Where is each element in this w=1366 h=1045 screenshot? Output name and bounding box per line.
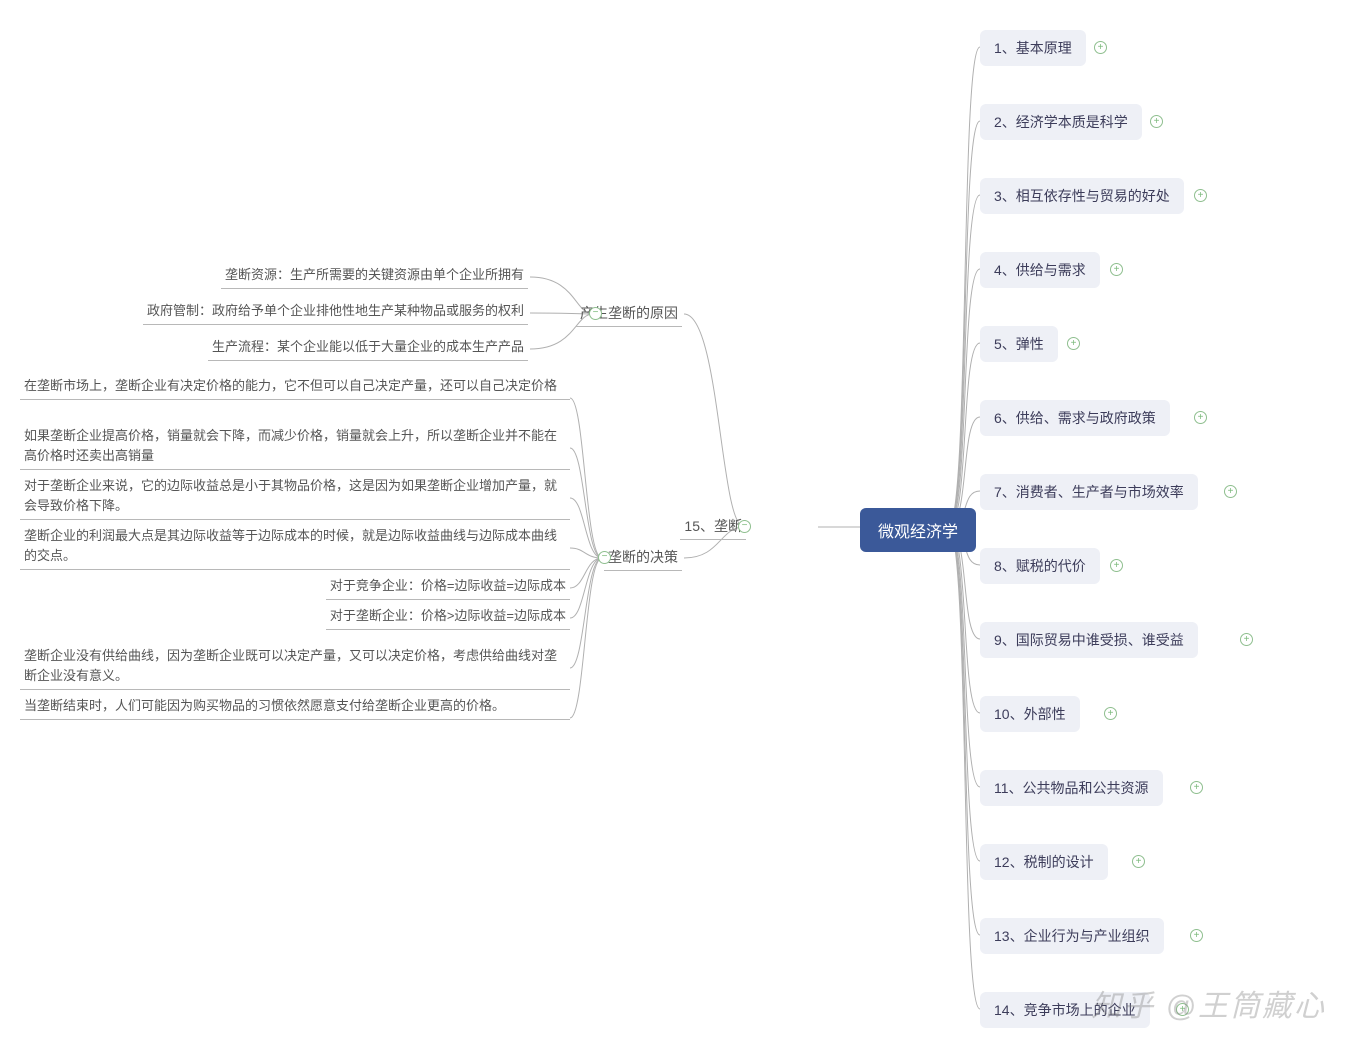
decision-leaf-3[interactable]: 垄断企业的利润最大点是其边际收益等于边际成本的时候，就是边际收益曲线与边际成本曲… <box>20 526 570 570</box>
cause-leaf-0[interactable]: 垄断资源：生产所需要的关键资源由单个企业所拥有 <box>221 265 528 289</box>
root-node[interactable]: 微观经济学 <box>860 508 976 552</box>
branch-15-monopoly[interactable]: 15、垄断 <box>680 516 746 540</box>
decision-leaf-5[interactable]: 对于垄断企业：价格>边际收益=边际成本 <box>326 606 570 630</box>
decision-leaf-0[interactable]: 在垄断市场上，垄断企业有决定价格的能力，它不但可以自己决定产量，还可以自己决定价… <box>20 376 570 400</box>
branch-11-expander[interactable]: + <box>1190 781 1203 794</box>
branch-9-expander[interactable]: + <box>1240 633 1253 646</box>
decision-leaf-7-text: 当垄断结束时，人们可能因为购买物品的习惯依然愿意支付给垄断企业更高的价格。 <box>24 698 505 713</box>
branch-5-expander[interactable]: + <box>1067 337 1080 350</box>
sub-decision-collapser[interactable]: − <box>598 551 611 564</box>
decision-leaf-4[interactable]: 对于竞争企业：价格=边际收益=边际成本 <box>326 576 570 600</box>
branch-3[interactable]: 3、相互依存性与贸易的好处 <box>980 178 1184 214</box>
branch-6-expander[interactable]: + <box>1194 411 1207 424</box>
branch-12[interactable]: 12、税制的设计 <box>980 844 1108 880</box>
decision-leaf-2-text: 对于垄断企业来说，它的边际收益总是小于其物品价格，这是因为如果垄断企业增加产量，… <box>24 478 557 513</box>
branch-11[interactable]: 11、公共物品和公共资源 <box>980 770 1163 806</box>
branch-15-collapser[interactable]: − <box>738 520 751 533</box>
branch-3-label: 3、相互依存性与贸易的好处 <box>994 188 1170 204</box>
branch-8-label: 8、赋税的代价 <box>994 558 1086 574</box>
branch-7[interactable]: 7、消费者、生产者与市场效率 <box>980 474 1198 510</box>
branch-7-label: 7、消费者、生产者与市场效率 <box>994 484 1184 500</box>
branch-1-label: 1、基本原理 <box>994 40 1072 56</box>
branch-4[interactable]: 4、供给与需求 <box>980 252 1100 288</box>
branch-3-expander[interactable]: + <box>1194 189 1207 202</box>
branch-10-expander[interactable]: + <box>1104 707 1117 720</box>
branch-11-label: 11、公共物品和公共资源 <box>994 780 1149 796</box>
branch-14-expander[interactable]: + <box>1176 1003 1189 1016</box>
branch-5[interactable]: 5、弹性 <box>980 326 1058 362</box>
branch-13-label: 13、企业行为与产业组织 <box>994 928 1150 944</box>
cause-leaf-2[interactable]: 生产流程：某个企业能以低于大量企业的成本生产产品 <box>208 337 528 361</box>
branch-15-label: 15、垄断 <box>684 518 742 534</box>
cause-leaf-0-text: 垄断资源：生产所需要的关键资源由单个企业所拥有 <box>225 267 524 282</box>
branch-13-expander[interactable]: + <box>1190 929 1203 942</box>
branch-9-label: 9、国际贸易中谁受损、谁受益 <box>994 632 1184 648</box>
sub-decision-label: 垄断的决策 <box>608 549 678 565</box>
branch-7-expander[interactable]: + <box>1224 485 1237 498</box>
cause-leaf-2-text: 生产流程：某个企业能以低于大量企业的成本生产产品 <box>212 339 524 354</box>
sub-decision[interactable]: 垄断的决策 <box>604 547 682 571</box>
branch-14-label: 14、竞争市场上的企业 <box>994 1002 1136 1018</box>
branch-9[interactable]: 9、国际贸易中谁受损、谁受益 <box>980 622 1198 658</box>
decision-leaf-6[interactable]: 垄断企业没有供给曲线，因为垄断企业既可以决定产量，又可以决定价格，考虑供给曲线对… <box>20 646 570 690</box>
decision-leaf-4-text: 对于竞争企业：价格=边际收益=边际成本 <box>330 578 566 593</box>
decision-leaf-2[interactable]: 对于垄断企业来说，它的边际收益总是小于其物品价格，这是因为如果垄断企业增加产量，… <box>20 476 570 520</box>
branch-4-expander[interactable]: + <box>1110 263 1123 276</box>
branch-14[interactable]: 14、竞争市场上的企业 <box>980 992 1150 1028</box>
decision-leaf-3-text: 垄断企业的利润最大点是其边际收益等于边际成本的时候，就是边际收益曲线与边际成本曲… <box>24 528 557 563</box>
branch-13[interactable]: 13、企业行为与产业组织 <box>980 918 1164 954</box>
branch-1-expander[interactable]: + <box>1094 41 1107 54</box>
branch-2-expander[interactable]: + <box>1150 115 1163 128</box>
branch-8-expander[interactable]: + <box>1110 559 1123 572</box>
sub-cause-collapser[interactable]: − <box>589 307 602 320</box>
branch-6-label: 6、供给、需求与政府政策 <box>994 410 1156 426</box>
decision-leaf-1-text: 如果垄断企业提高价格，销量就会下降，而减少价格，销量就会上升，所以垄断企业并不能… <box>24 428 557 463</box>
cause-leaf-1[interactable]: 政府管制：政府给予单个企业排他性地生产某种物品或服务的权利 <box>143 301 528 325</box>
cause-leaf-1-text: 政府管制：政府给予单个企业排他性地生产某种物品或服务的权利 <box>147 303 524 318</box>
branch-8[interactable]: 8、赋税的代价 <box>980 548 1100 584</box>
branch-1[interactable]: 1、基本原理 <box>980 30 1086 66</box>
decision-leaf-6-text: 垄断企业没有供给曲线，因为垄断企业既可以决定产量，又可以决定价格，考虑供给曲线对… <box>24 648 557 683</box>
branch-12-label: 12、税制的设计 <box>994 854 1094 870</box>
decision-leaf-0-text: 在垄断市场上，垄断企业有决定价格的能力，它不但可以自己决定产量，还可以自己决定价… <box>24 378 557 393</box>
decision-leaf-1[interactable]: 如果垄断企业提高价格，销量就会下降，而减少价格，销量就会上升，所以垄断企业并不能… <box>20 426 570 470</box>
branch-12-expander[interactable]: + <box>1132 855 1145 868</box>
root-label: 微观经济学 <box>878 524 958 541</box>
branch-6[interactable]: 6、供给、需求与政府政策 <box>980 400 1170 436</box>
decision-leaf-5-text: 对于垄断企业：价格>边际收益=边际成本 <box>330 608 566 623</box>
decision-leaf-7[interactable]: 当垄断结束时，人们可能因为购买物品的习惯依然愿意支付给垄断企业更高的价格。 <box>20 696 570 720</box>
branch-2[interactable]: 2、经济学本质是科学 <box>980 104 1142 140</box>
branch-5-label: 5、弹性 <box>994 336 1044 352</box>
branch-10[interactable]: 10、外部性 <box>980 696 1080 732</box>
branch-2-label: 2、经济学本质是科学 <box>994 114 1128 130</box>
branch-10-label: 10、外部性 <box>994 706 1066 722</box>
branch-4-label: 4、供给与需求 <box>994 262 1086 278</box>
